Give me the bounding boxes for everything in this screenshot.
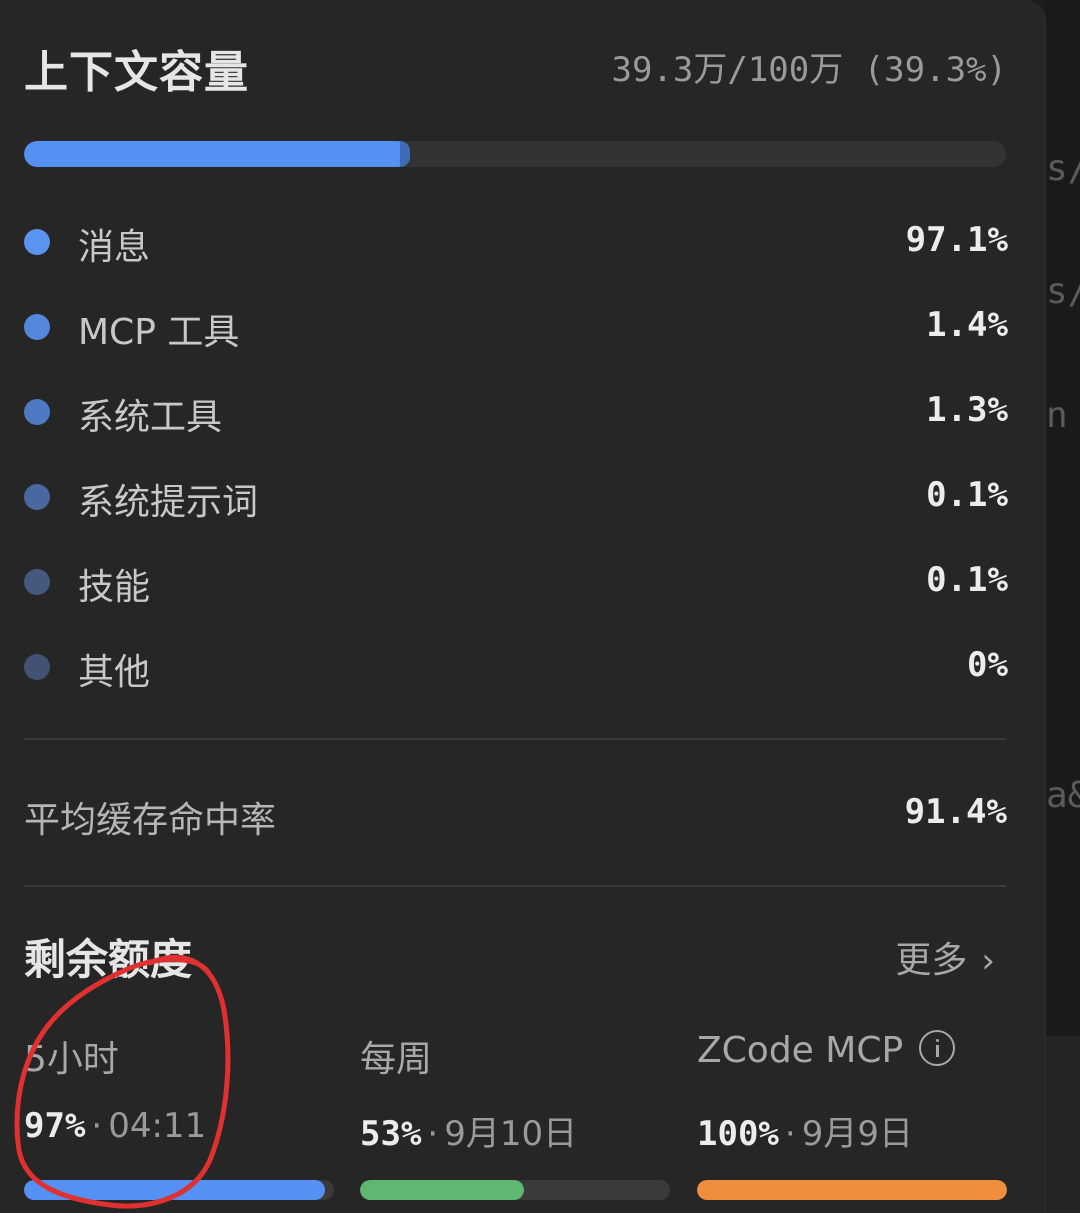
breakdown-label: 系统提示词 (78, 482, 259, 523)
legend-dot (24, 399, 50, 425)
background-text: s/ (1046, 148, 1080, 189)
breakdown-value: 0.1% (926, 560, 1008, 600)
legend-dot (24, 569, 50, 595)
legend-dot (24, 229, 50, 255)
breakdown-label: 系统工具 (78, 397, 223, 438)
breakdown-row-other: 其他 0% (24, 623, 1008, 708)
breakdown-value: 1.3% (926, 390, 1008, 430)
more-button[interactable]: 更多 › (895, 931, 995, 983)
context-usage-text: 39.3万/100万 (39.3%) (611, 50, 1007, 90)
context-title: 上下文容量 (24, 47, 249, 98)
breakdown-label: 其他 (78, 652, 151, 693)
separator: · (91, 1106, 103, 1146)
quota-title: 剩余额度 (24, 935, 193, 984)
breakdown-value: 1.4% (926, 305, 1008, 345)
quota-reset: 04:11 (108, 1106, 207, 1146)
background-text: s/ (1046, 271, 1080, 312)
background-text: n (1046, 395, 1068, 436)
background-text: a& (1046, 775, 1080, 816)
quota-label: 每周 (360, 1039, 433, 1080)
quota-progress-fill (697, 1180, 1007, 1200)
cache-hit-value: 91.4% (904, 792, 1007, 832)
breakdown-row-system-prompt: 系统提示词 0.1% (24, 453, 1008, 538)
context-header: 上下文容量 39.3万/100万 (39.3%) (24, 36, 1007, 98)
quota-percent: 53% (360, 1114, 422, 1154)
quota-progress-fill (360, 1180, 525, 1200)
context-usage-popover: 上下文容量 39.3万/100万 (39.3%) 消息 97.1% MCP 工具… (0, 0, 1046, 1213)
background-strip (1046, 1036, 1080, 1213)
quota-reset: 9月10日 (444, 1114, 578, 1154)
breakdown-label: MCP 工具 (78, 312, 240, 353)
more-label: 更多 (895, 940, 968, 981)
quota-meta: 53% · 9月10日 (360, 1106, 670, 1154)
separator: · (784, 1114, 796, 1154)
breakdown-row-system-tools: 系统工具 1.3% (24, 368, 1008, 453)
quota-label: 5小时 (24, 1039, 119, 1080)
breakdown-label: 技能 (78, 567, 151, 608)
context-progress-fill (24, 141, 410, 167)
quota-label-row: ZCode MCP (697, 1030, 1007, 1078)
cache-hit-label: 平均缓存命中率 (24, 800, 277, 841)
breakdown-label: 消息 (78, 227, 151, 268)
quota-progress-bar (24, 1180, 334, 1200)
info-icon[interactable] (919, 1030, 956, 1066)
quota-item-5-hour: 5小时 97% · 04:11 (24, 1030, 334, 1200)
breakdown-row-messages: 消息 97.1% (24, 198, 1008, 283)
breakdown-row-mcp-tools: MCP 工具 1.4% (24, 283, 1008, 368)
quota-item-weekly: 每周 53% · 9月10日 (360, 1030, 670, 1200)
context-progress-segment (400, 141, 410, 167)
quota-progress-fill (24, 1180, 325, 1200)
quota-meta: 97% · 04:11 (24, 1106, 334, 1150)
quota-progress-bar (360, 1180, 670, 1200)
quota-label: ZCode MCP (697, 1030, 904, 1071)
context-progress-bar (24, 141, 1006, 167)
legend-dot (24, 654, 50, 680)
quota-meta: 100% · 9月9日 (697, 1106, 1007, 1154)
breakdown-value: 97.1% (905, 220, 1008, 260)
separator: · (427, 1114, 439, 1154)
legend-dot (24, 314, 50, 340)
breakdown-row-skills: 技能 0.1% (24, 538, 1008, 623)
quota-percent: 97% (24, 1106, 86, 1146)
divider (24, 738, 1006, 740)
chevron-right-icon: › (981, 941, 995, 981)
divider (24, 885, 1006, 887)
legend-dot (24, 484, 50, 510)
breakdown-value: 0.1% (926, 475, 1008, 515)
quota-reset: 9月9日 (801, 1114, 913, 1154)
quota-item-zcode-mcp: ZCode MCP 100% · 9月9日 (697, 1030, 1007, 1200)
breakdown-value: 0% (967, 645, 1008, 685)
context-breakdown-list: 消息 97.1% MCP 工具 1.4% 系统工具 1.3% 系统提示词 0.1… (24, 198, 1008, 708)
quota-progress-bar (697, 1180, 1007, 1200)
quota-percent: 100% (697, 1114, 779, 1154)
